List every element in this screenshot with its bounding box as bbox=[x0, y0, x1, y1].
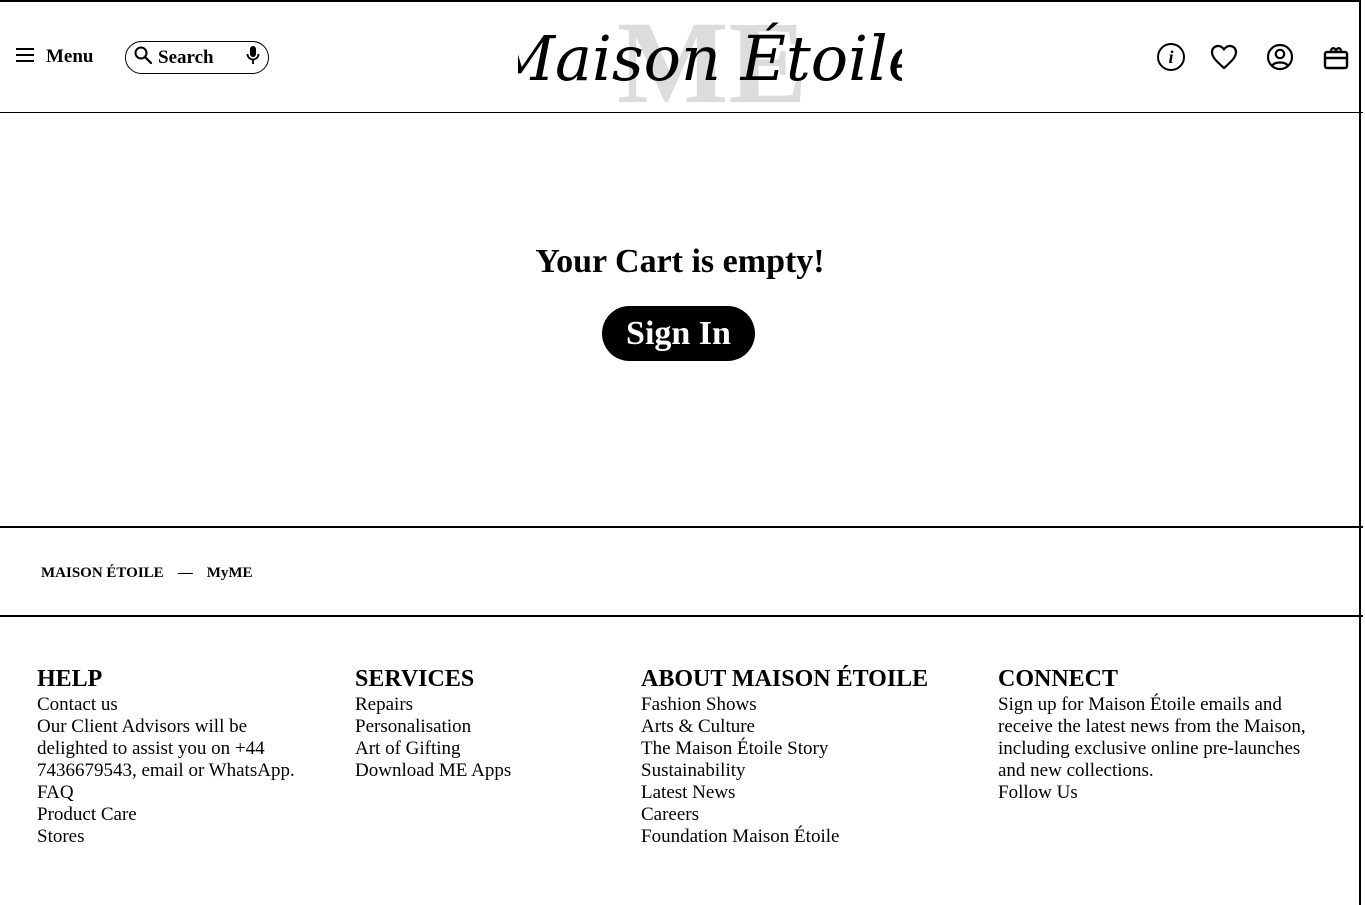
breadcrumb-current: MyME bbox=[206, 565, 253, 581]
footer-about-title: ABOUT MAISON ÉTOILE bbox=[641, 666, 929, 692]
footer-help-title: HELP bbox=[37, 666, 103, 692]
footer-link-story[interactable]: The Maison Étoile Story bbox=[641, 738, 961, 760]
menu-label: Menu bbox=[46, 46, 94, 67]
search-button[interactable]: Search bbox=[125, 41, 269, 74]
footer-link-sustainability[interactable]: Sustainability bbox=[641, 760, 961, 782]
breadcrumb: MAISON ÉTOILE — MyME bbox=[41, 565, 253, 582]
footer-link-careers[interactable]: Careers bbox=[641, 804, 961, 826]
footer-link-follow-us[interactable]: Follow Us bbox=[998, 782, 1318, 804]
footer-link-arts-culture[interactable]: Arts & Culture bbox=[641, 716, 961, 738]
bag-icon[interactable] bbox=[1319, 40, 1353, 74]
account-icon[interactable] bbox=[1263, 40, 1297, 74]
footer-newsletter-text: Sign up for Maison Étoile emails and rec… bbox=[998, 694, 1306, 781]
footer-link-stores[interactable]: Stores bbox=[37, 826, 317, 848]
footer-about: ABOUT MAISON ÉTOILE Fashion Shows Arts &… bbox=[641, 664, 961, 848]
footer-services: SERVICES Repairs Personalisation Art of … bbox=[355, 664, 595, 782]
empty-cart-title: Your Cart is empty! bbox=[535, 243, 825, 280]
breadcrumb-separator: — bbox=[177, 565, 193, 581]
footer-link-foundation[interactable]: Foundation Maison Étoile bbox=[641, 826, 961, 848]
footer-link-faq[interactable]: FAQ bbox=[37, 782, 317, 804]
footer-link-download-apps[interactable]: Download ME Apps bbox=[355, 760, 595, 782]
footer-connect: CONNECT Sign up for Maison Étoile emails… bbox=[998, 664, 1318, 804]
sign-in-button[interactable]: Sign In bbox=[602, 306, 755, 361]
search-label: Search bbox=[158, 46, 214, 68]
footer-advisors-text: Our Client Advisors will be delighted to… bbox=[37, 716, 295, 781]
brand-logo[interactable]: ME Maison Étoile bbox=[491, 0, 925, 128]
footer-link-fashion-shows[interactable]: Fashion Shows bbox=[641, 694, 961, 716]
info-icon[interactable]: i bbox=[1154, 40, 1188, 74]
footer-services-title: SERVICES bbox=[355, 666, 475, 692]
microphone-icon[interactable] bbox=[246, 45, 260, 70]
site-header: Menu Search ME Maison Étoile i bbox=[0, 0, 1363, 128]
hamburger-icon bbox=[16, 47, 34, 67]
search-icon bbox=[134, 46, 153, 69]
footer-link-personalisation[interactable]: Personalisation bbox=[355, 716, 595, 738]
heart-icon[interactable] bbox=[1207, 40, 1241, 74]
footer-link-art-of-gifting[interactable]: Art of Gifting bbox=[355, 738, 595, 760]
breadcrumb-home[interactable]: MAISON ÉTOILE bbox=[41, 565, 164, 582]
footer-link-contact[interactable]: Contact us bbox=[37, 694, 317, 716]
svg-text:i: i bbox=[1168, 47, 1173, 67]
footer-link-product-care[interactable]: Product Care bbox=[37, 804, 317, 826]
logo-wordmark: Maison Étoile bbox=[518, 22, 902, 95]
breadcrumb-band: MAISON ÉTOILE — MyME bbox=[0, 526, 1363, 617]
footer-link-repairs[interactable]: Repairs bbox=[355, 694, 595, 716]
footer-connect-title: CONNECT bbox=[998, 666, 1119, 692]
footer-link-latest-news[interactable]: Latest News bbox=[641, 782, 961, 804]
menu-button[interactable]: Menu bbox=[16, 46, 94, 68]
footer-help: HELP Contact us Our Client Advisors will… bbox=[37, 664, 317, 848]
